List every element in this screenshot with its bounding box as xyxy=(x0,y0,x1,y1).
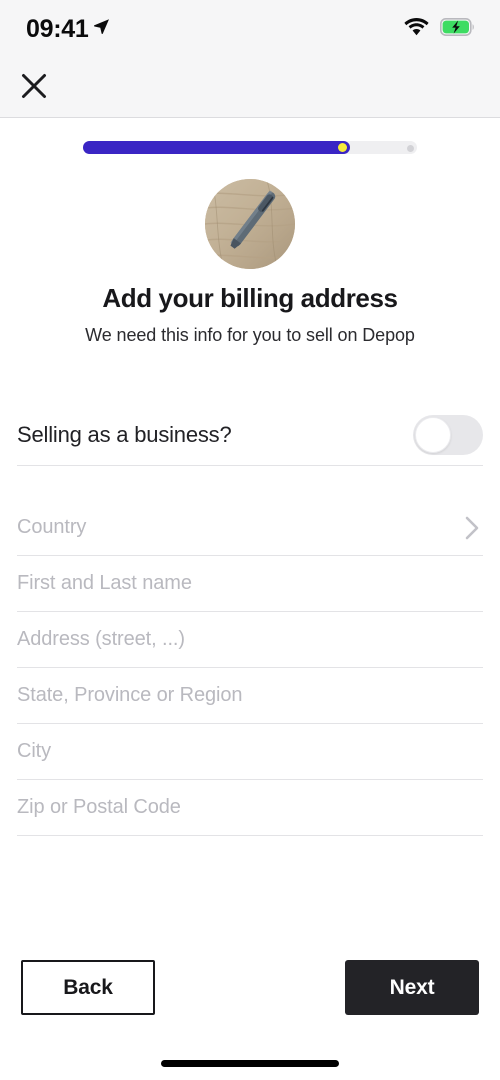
next-button[interactable]: Next xyxy=(345,960,479,1015)
progress-next-step-dot xyxy=(407,145,414,152)
status-bar: 09:41 xyxy=(0,0,500,58)
status-bar-left: 09:41 xyxy=(26,14,110,43)
address-field-placeholder: Address (street, ...) xyxy=(17,628,185,650)
selling-as-business-toggle[interactable] xyxy=(413,415,483,455)
page-title: Add your billing address xyxy=(102,283,398,313)
section-divider xyxy=(17,465,483,466)
address-field[interactable]: Address (street, ...) xyxy=(17,612,483,668)
state-field[interactable]: State, Province or Region xyxy=(17,668,483,724)
location-arrow-icon xyxy=(93,18,110,40)
home-indicator[interactable] xyxy=(161,1060,339,1067)
chevron-right-icon xyxy=(463,513,481,543)
name-field[interactable]: First and Last name xyxy=(17,556,483,612)
close-icon[interactable] xyxy=(18,70,50,102)
zip-field-placeholder: Zip or Postal Code xyxy=(17,796,181,818)
toggle-knob xyxy=(415,417,451,453)
selling-as-business-label: Selling as a business? xyxy=(17,422,232,447)
progress-fill xyxy=(83,141,350,154)
zip-field[interactable]: Zip or Postal Code xyxy=(17,780,483,836)
wifi-icon xyxy=(404,17,429,41)
country-field[interactable]: Country xyxy=(17,500,483,556)
name-field-placeholder: First and Last name xyxy=(17,572,192,594)
app-screen: 09:41 Add your billing address We need t… xyxy=(0,0,500,1080)
battery-charging-icon xyxy=(440,17,476,41)
status-bar-time: 09:41 xyxy=(26,14,89,43)
onboarding-progress-bar xyxy=(83,141,417,154)
back-button[interactable]: Back xyxy=(21,960,155,1015)
profile-avatar[interactable] xyxy=(205,179,295,269)
billing-address-form: Country First and Last name Address (str… xyxy=(17,500,483,836)
status-bar-right xyxy=(404,17,476,41)
page-subtitle: We need this info for you to sell on Dep… xyxy=(85,325,415,345)
progress-current-step-marker xyxy=(338,143,347,152)
city-field[interactable]: City xyxy=(17,724,483,780)
header-bar xyxy=(0,58,500,118)
state-field-placeholder: State, Province or Region xyxy=(17,684,243,706)
selling-as-business-row[interactable]: Selling as a business? xyxy=(17,405,483,465)
city-field-placeholder: City xyxy=(17,740,52,762)
country-field-placeholder: Country xyxy=(17,516,87,538)
